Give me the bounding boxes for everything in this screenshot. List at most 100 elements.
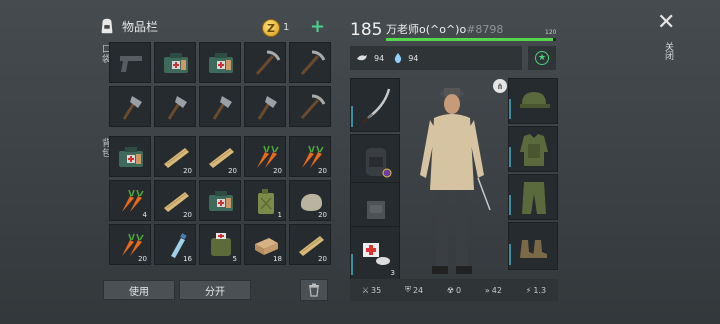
inventory-slot[interactable] xyxy=(199,86,241,127)
rank-button[interactable]: ★ xyxy=(528,46,556,70)
slot-accent xyxy=(509,99,511,119)
item-count: 20 xyxy=(183,211,192,219)
inventory-slot[interactable]: 20 xyxy=(154,136,196,177)
consumable-slot[interactable]: 3 xyxy=(350,226,400,280)
item-count: 20 xyxy=(318,211,327,219)
attack-value: 35 xyxy=(371,285,382,295)
water-value: 94 xyxy=(408,53,419,63)
inventory-slot[interactable] xyxy=(109,86,151,127)
item-count: 20 xyxy=(138,255,147,263)
inventory-slot[interactable] xyxy=(154,42,196,83)
inventory-slot[interactable] xyxy=(109,136,151,177)
inventory-slot[interactable]: 20 xyxy=(289,224,331,265)
head-slot[interactable] xyxy=(508,78,558,124)
player-level: 185 xyxy=(350,20,383,40)
inventory-slot[interactable] xyxy=(199,180,241,221)
character-info-icon[interactable]: ⋔ xyxy=(493,79,507,93)
item-count: 20 xyxy=(183,167,192,175)
inventory-slot[interactable]: 5 xyxy=(199,224,241,265)
xp-max: 120 xyxy=(545,29,557,36)
attack-speed-value: 1.3 xyxy=(533,285,547,295)
coin-icon: Z xyxy=(262,19,280,37)
item-count: 5 xyxy=(232,255,237,263)
inventory-slot[interactable] xyxy=(154,86,196,127)
item-count: 20 xyxy=(318,167,327,175)
armored-vest-icon xyxy=(520,134,548,166)
inventory-slot[interactable]: 20 xyxy=(109,224,151,265)
inventory-slot[interactable]: 20 xyxy=(154,180,196,221)
attack-speed-icon: ⚡ xyxy=(525,285,532,295)
backpack-icon xyxy=(101,18,113,34)
katana-icon xyxy=(361,88,391,125)
player-name: 万老师o(^o^)o xyxy=(386,23,467,36)
slot-accent xyxy=(509,244,511,265)
slot-accent xyxy=(351,106,353,127)
consumable-count: 3 xyxy=(390,269,395,277)
speed-value: 42 xyxy=(491,285,502,295)
slot-accent xyxy=(509,195,511,215)
body-slot[interactable] xyxy=(508,126,558,172)
military-cap-icon xyxy=(520,92,550,108)
item-count: 16 xyxy=(183,255,192,263)
slot-accent xyxy=(351,254,353,275)
coin-count: 1 xyxy=(283,22,290,33)
inventory-slot[interactable]: 20 xyxy=(199,136,241,177)
shield-icon: ⛨ xyxy=(404,285,411,294)
inventory-slot[interactable]: 20 xyxy=(244,136,286,177)
item-count: 1 xyxy=(277,211,282,219)
player-name-line: 万老师o(^o^)o#8798 xyxy=(386,21,503,37)
inventory-slot[interactable] xyxy=(289,86,331,127)
medicine-icon xyxy=(363,243,390,265)
inventory-slot[interactable] xyxy=(289,42,331,83)
food-value: 94 xyxy=(374,53,385,63)
item-count: 20 xyxy=(228,167,237,175)
cargo-pants-icon xyxy=(522,182,546,214)
food-icon xyxy=(357,55,367,61)
inventory-slot[interactable] xyxy=(199,42,241,83)
item-count: 20 xyxy=(318,255,327,263)
inventory-slot[interactable] xyxy=(244,42,286,83)
sword-icon: ⚔ xyxy=(361,285,370,295)
inventory-header: 物品栏 xyxy=(98,17,158,35)
weapon-slot[interactable] xyxy=(350,78,400,132)
backpack-icon xyxy=(366,148,392,178)
split-button[interactable]: 分开 xyxy=(179,280,251,300)
defense-value: 24 xyxy=(412,285,424,295)
radiation-value: 0 xyxy=(456,285,462,295)
close-label: 关闭 xyxy=(663,42,673,60)
inventory-slot[interactable]: 1 xyxy=(244,180,286,221)
inventory-slot[interactable]: 18 xyxy=(244,224,286,265)
character-model xyxy=(420,88,491,274)
water-drop-icon xyxy=(394,53,402,63)
legs-slot[interactable] xyxy=(508,174,558,220)
boots-icon xyxy=(520,240,547,258)
player-id: #8798 xyxy=(466,23,504,36)
belt-pouch-icon xyxy=(367,201,385,219)
item-count: 4 xyxy=(142,211,147,219)
item-count: 20 xyxy=(273,167,282,175)
survival-stats: 94 94 xyxy=(350,46,522,70)
star-icon: ★ xyxy=(535,51,549,65)
inventory-title: 物品栏 xyxy=(122,19,159,34)
backpack-slot[interactable] xyxy=(350,134,400,188)
inventory-slot[interactable] xyxy=(109,42,151,83)
combat-stats: ⚔ 35 ⛨ 24 ☢ 0 » 42 ⚡ 1.3 xyxy=(350,279,558,301)
inventory-slot[interactable]: 20 xyxy=(289,136,331,177)
inventory-slot[interactable]: 4 xyxy=(109,180,151,221)
xp-bar xyxy=(386,38,556,41)
item-count: 18 xyxy=(273,255,282,263)
add-coins-button[interactable]: + xyxy=(310,17,325,37)
use-button[interactable]: 使用 xyxy=(103,280,175,300)
trash-icon xyxy=(309,283,319,297)
running-icon: » xyxy=(484,285,490,295)
inventory-slot[interactable]: 16 xyxy=(154,224,196,265)
close-button[interactable]: ✕ xyxy=(657,12,675,34)
radiation-icon: ☢ xyxy=(446,285,455,295)
feet-slot[interactable] xyxy=(508,222,558,270)
trash-button[interactable] xyxy=(300,279,328,301)
inventory-slot[interactable] xyxy=(244,86,286,127)
inventory-slot[interactable]: 20 xyxy=(289,180,331,221)
xp-bar-fill xyxy=(386,38,553,41)
slot-accent xyxy=(509,147,511,167)
